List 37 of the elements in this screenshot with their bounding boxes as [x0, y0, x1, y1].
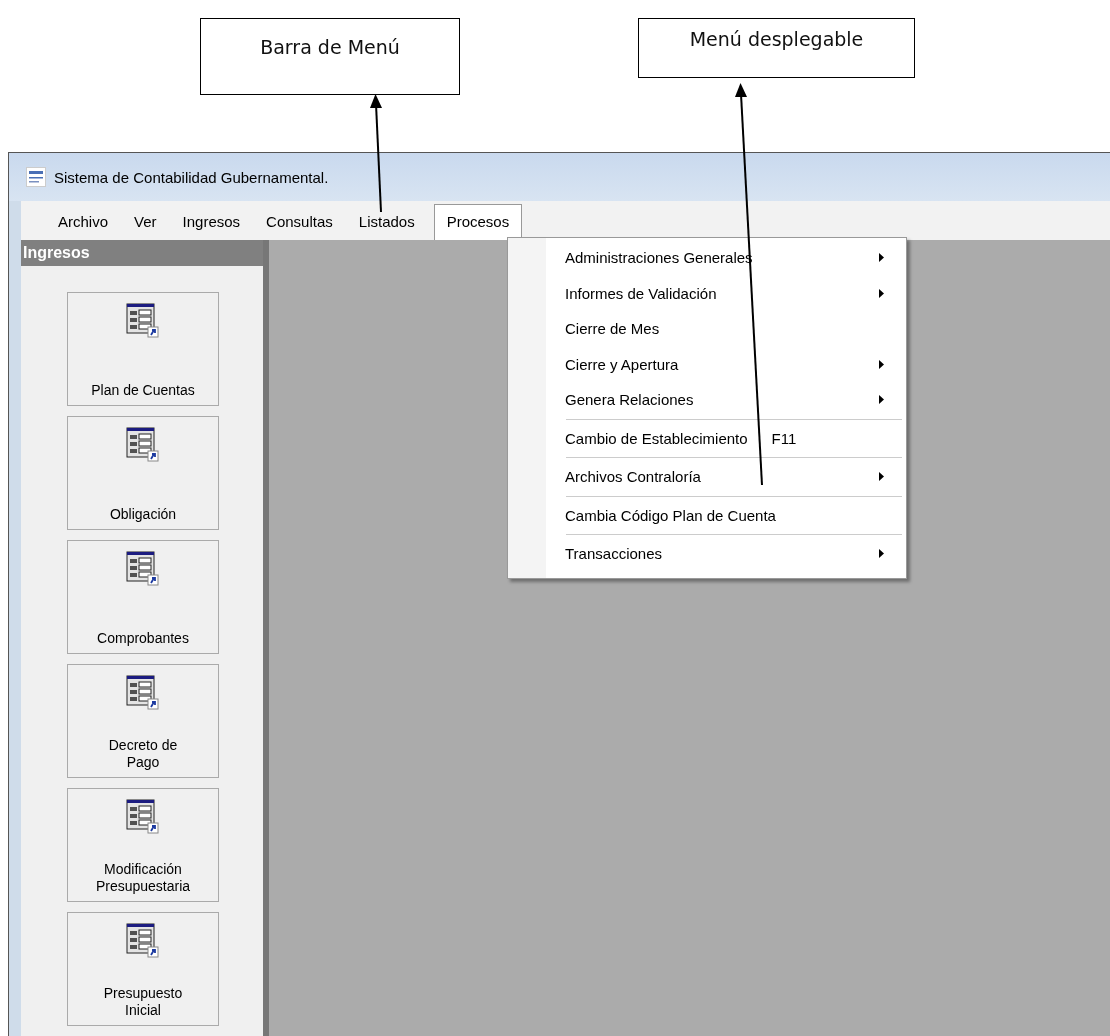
menu-item[interactable]: Procesos	[433, 204, 523, 240]
submenu-arrow-icon	[879, 549, 884, 559]
menu-item[interactable]: Cambia Código Plan de Cuenta	[508, 497, 906, 533]
shortcut-button[interactable]: Presupuesto Inicial	[67, 912, 219, 1026]
submenu-arrow-icon	[879, 395, 884, 405]
shortcut-button[interactable]: Comprobantes	[67, 540, 219, 654]
submenu-arrow-icon	[879, 359, 884, 369]
menu-item[interactable]: Transacciones	[508, 536, 906, 572]
form-icon	[126, 923, 160, 959]
submenu-arrow-icon	[879, 288, 884, 298]
app-icon	[26, 167, 46, 187]
callout-label: Menú desplegable	[638, 18, 915, 78]
sidebar-title: Ingresos	[21, 240, 263, 266]
form-icon	[126, 303, 160, 339]
menu-item[interactable]: Consultas	[253, 204, 346, 240]
menu-item[interactable]: Listados	[345, 204, 428, 240]
menu-item[interactable]: Cierre de Mes	[508, 311, 906, 347]
submenu-arrow-icon	[879, 253, 884, 263]
menu-item[interactable]: Archivos Contraloría	[508, 459, 906, 495]
menu-item[interactable]: Ver	[121, 204, 170, 240]
form-icon	[126, 799, 160, 835]
shortcut-button[interactable]: Obligación	[67, 416, 219, 530]
form-icon	[126, 551, 160, 587]
callout-label: Barra de Menú	[200, 18, 460, 95]
menu-item[interactable]: Informes de Validación	[508, 275, 906, 311]
shortcut-button[interactable]: Decreto de Pago	[67, 664, 219, 778]
shortcut-button[interactable]: Plan de Cuentas	[67, 292, 219, 406]
menu-item[interactable]: Cambio de Establecimiento F11	[508, 420, 906, 456]
menu-item[interactable]: Cierre y Apertura	[508, 346, 906, 382]
menu-item[interactable]: Ingresos	[169, 204, 254, 240]
shortcut-button[interactable]: Modificación Presupuestaria	[67, 788, 219, 902]
form-icon	[126, 675, 160, 711]
submenu-arrow-icon	[879, 472, 884, 482]
menu-item[interactable]: Archivo	[45, 204, 122, 240]
form-icon	[126, 427, 160, 463]
window-title: Sistema de Contabilidad Gubernamental.	[54, 168, 329, 186]
menu-item[interactable]: Genera Relaciones	[508, 382, 906, 418]
